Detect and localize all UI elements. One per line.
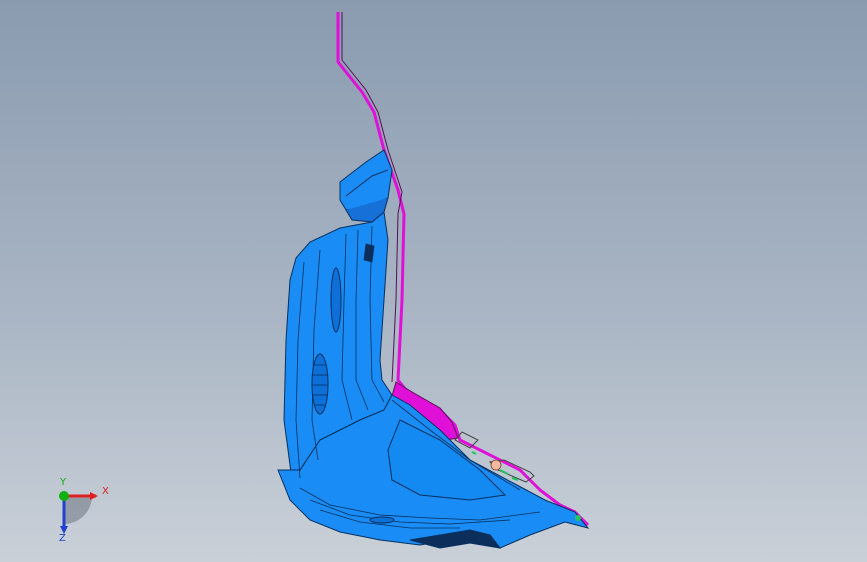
- x-axis-label: X: [102, 486, 109, 497]
- orientation-triad: X Y Z: [40, 478, 120, 548]
- 3d-model-view[interactable]: [0, 0, 867, 562]
- endpoint-marker: [575, 515, 581, 521]
- notch-left-edge: [363, 243, 375, 263]
- clip-fastener: [490, 459, 502, 471]
- mounting-hole-upper: [330, 267, 342, 333]
- slot-hole-bottom: [369, 516, 395, 524]
- cad-viewport[interactable]: X Y Z: [0, 0, 867, 562]
- y-axis-origin: [59, 491, 69, 501]
- x-axis-arrow: [90, 492, 98, 500]
- triad-shadow: [64, 496, 92, 524]
- z-axis-label: Z: [59, 533, 66, 544]
- y-axis-label: Y: [60, 477, 67, 488]
